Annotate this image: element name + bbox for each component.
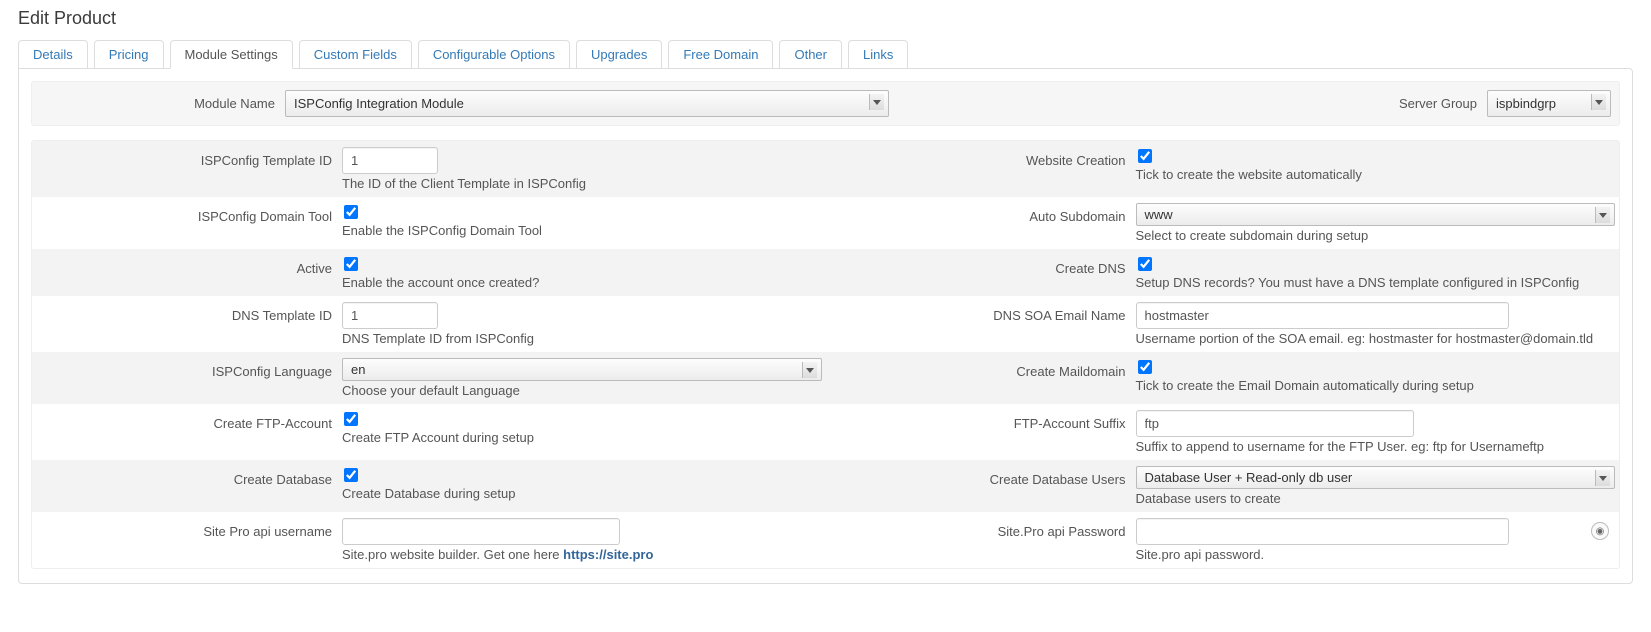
sitepro-link[interactable]: https://site.pro: [563, 547, 653, 562]
sitepro-pw-input[interactable]: [1136, 518, 1509, 545]
website-creation-hint: Tick to create the website automatically: [1136, 167, 1616, 182]
create-db-users-label: Create Database Users: [826, 466, 1136, 487]
dns-soa-email-label: DNS SOA Email Name: [826, 302, 1136, 323]
active-checkbox[interactable]: [344, 257, 358, 271]
create-maildomain-checkbox[interactable]: [1138, 360, 1152, 374]
create-maildomain-label: Create Maildomain: [826, 358, 1136, 379]
chevron-down-icon: [873, 100, 881, 105]
website-creation-label: Website Creation: [826, 147, 1136, 168]
create-db-checkbox[interactable]: [344, 468, 358, 482]
language-label: ISPConfig Language: [32, 358, 342, 379]
top-bar: Module Name ISPConfig Integration Module…: [31, 81, 1620, 126]
server-group-value: ispbindgrp: [1496, 96, 1556, 111]
auto-subdomain-select[interactable]: www: [1136, 203, 1616, 226]
module-name-label: Module Name: [40, 96, 285, 111]
sitepro-user-input[interactable]: [342, 518, 620, 545]
dns-soa-email-hint: Username portion of the SOA email. eg: h…: [1136, 331, 1616, 346]
tab-other[interactable]: Other: [779, 40, 842, 69]
module-name-select[interactable]: ISPConfig Integration Module: [285, 90, 889, 117]
server-group-label: Server Group: [1257, 96, 1487, 111]
ftp-suffix-hint: Suffix to append to username for the FTP…: [1136, 439, 1616, 454]
template-id-input[interactable]: [342, 147, 438, 174]
language-hint: Choose your default Language: [342, 383, 822, 398]
create-ftp-checkbox[interactable]: [344, 412, 358, 426]
auto-subdomain-label: Auto Subdomain: [826, 203, 1136, 224]
sitepro-user-hint-text: Site.pro website builder. Get one here: [342, 547, 563, 562]
create-dns-label: Create DNS: [826, 255, 1136, 276]
tab-details[interactable]: Details: [18, 40, 88, 69]
create-db-users-select[interactable]: Database User + Read-only db user: [1136, 466, 1616, 489]
module-name-value: ISPConfig Integration Module: [294, 96, 464, 111]
active-label: Active: [32, 255, 342, 276]
settings-grid: ISPConfig Template ID The ID of the Clie…: [31, 140, 1620, 569]
create-db-label: Create Database: [32, 466, 342, 487]
tab-module-settings[interactable]: Module Settings: [170, 40, 293, 69]
create-db-users-hint: Database users to create: [1136, 491, 1616, 506]
chevron-down-icon: [1599, 213, 1607, 218]
chevron-down-icon: [1599, 476, 1607, 481]
tab-links[interactable]: Links: [848, 40, 908, 69]
create-dns-checkbox[interactable]: [1138, 257, 1152, 271]
sitepro-user-label: Site Pro api username: [32, 518, 342, 539]
create-ftp-label: Create FTP-Account: [32, 410, 342, 431]
tab-bar: Details Pricing Module Settings Custom F…: [18, 39, 1633, 68]
domain-tool-hint: Enable the ISPConfig Domain Tool: [342, 223, 822, 238]
create-db-users-value: Database User + Read-only db user: [1145, 470, 1353, 485]
ftp-suffix-label: FTP-Account Suffix: [826, 410, 1136, 431]
create-maildomain-hint: Tick to create the Email Domain automati…: [1136, 378, 1616, 393]
active-hint: Enable the account once created?: [342, 275, 822, 290]
dns-soa-email-input[interactable]: [1136, 302, 1509, 329]
create-ftp-hint: Create FTP Account during setup: [342, 430, 822, 445]
sitepro-pw-hint: Site.pro api password.: [1136, 547, 1616, 562]
tab-upgrades[interactable]: Upgrades: [576, 40, 662, 69]
domain-tool-label: ISPConfig Domain Tool: [32, 203, 342, 224]
language-value: en: [351, 362, 365, 377]
sitepro-pw-label: Site.Pro api Password: [826, 518, 1136, 539]
tab-pricing[interactable]: Pricing: [94, 40, 164, 69]
dns-template-id-input[interactable]: [342, 302, 438, 329]
auto-subdomain-hint: Select to create subdomain during setup: [1136, 228, 1616, 243]
domain-tool-checkbox[interactable]: [344, 205, 358, 219]
chevron-down-icon: [1595, 100, 1603, 105]
auto-subdomain-value: www: [1145, 207, 1173, 222]
tab-custom-fields[interactable]: Custom Fields: [299, 40, 412, 69]
server-group-select[interactable]: ispbindgrp: [1487, 90, 1611, 117]
dns-template-id-label: DNS Template ID: [32, 302, 342, 323]
tab-free-domain[interactable]: Free Domain: [668, 40, 773, 69]
tab-configurable-options[interactable]: Configurable Options: [418, 40, 570, 69]
module-settings-panel: Module Name ISPConfig Integration Module…: [18, 68, 1633, 584]
ftp-suffix-input[interactable]: [1136, 410, 1414, 437]
dns-template-id-hint: DNS Template ID from ISPConfig: [342, 331, 822, 346]
chevron-down-icon: [806, 368, 814, 373]
language-select[interactable]: en: [342, 358, 822, 381]
reveal-password-icon[interactable]: ◉: [1591, 522, 1609, 540]
template-id-hint: The ID of the Client Template in ISPConf…: [342, 176, 822, 191]
sitepro-user-hint: Site.pro website builder. Get one here h…: [342, 547, 822, 562]
template-id-label: ISPConfig Template ID: [32, 147, 342, 168]
create-db-hint: Create Database during setup: [342, 486, 822, 501]
page-title: Edit Product: [18, 8, 1633, 29]
website-creation-checkbox[interactable]: [1138, 149, 1152, 163]
create-dns-hint: Setup DNS records? You must have a DNS t…: [1136, 275, 1616, 290]
